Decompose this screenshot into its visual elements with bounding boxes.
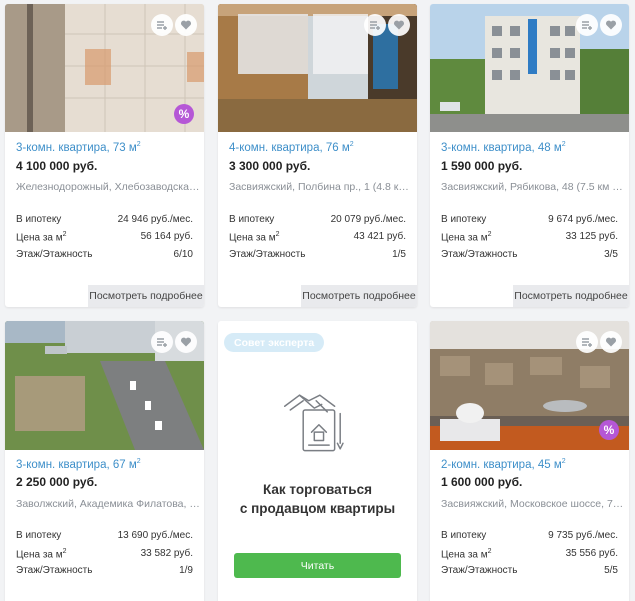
mortgage-label: В ипотеку [16,214,62,225]
floor-label: Этаж/Этажность [16,565,93,576]
mortgage-label: В ипотеку [16,530,62,541]
floor-value: 1/9 [179,565,193,576]
sqm-price-label: Цена за м2 [441,548,492,561]
sqm-price-label: Цена за м2 [441,231,492,244]
percent-icon: % [174,104,194,124]
heart-icon [180,337,192,347]
floor-label: Этаж/Этажность [229,249,306,260]
sqm-price-label: Цена за м2 [16,548,67,561]
heart-icon [605,337,617,347]
sqm-price-value: 43 421 руб. [353,231,406,242]
expert-advice-card[interactable]: Совет эксперта Как торговаться с продавц… [218,321,417,601]
sqm-price-value: 33 125 руб. [565,231,618,242]
listing-card[interactable]: 3-комн. квартира, 48 м2 1 590 000 руб. З… [430,4,629,307]
listing-title[interactable]: 3-комн. квартира, 67 м2 [16,458,141,471]
heart-icon [605,20,617,30]
floor-value: 5/5 [604,565,618,576]
mortgage-label: В ипотеку [229,214,275,225]
compare-button[interactable] [151,14,173,36]
mortgage-value: 9 674 руб./мес. [548,214,618,225]
compare-list-icon [157,21,167,30]
compare-list-icon [157,338,167,347]
floor-label: Этаж/Этажность [16,249,93,260]
mortgage-label: В ипотеку [441,214,487,225]
mortgage-value: 13 690 руб./мес. [117,530,193,541]
floor-value: 1/5 [392,249,406,260]
listing-card[interactable]: % 2-комн. квартира, 45 м2 1 600 000 руб.… [430,321,629,601]
listing-title[interactable]: 3-комн. квартира, 73 м2 [16,141,141,154]
listing-card[interactable]: % 3-комн. квартира, 73 м2 4 100 000 руб.… [5,4,204,307]
listing-card[interactable]: 3-комн. квартира, 67 м2 2 250 000 руб. З… [5,321,204,601]
handshake-document-icon [283,394,344,452]
favorite-button[interactable] [388,14,410,36]
heart-icon [180,20,192,30]
compare-button[interactable] [576,14,598,36]
sqm-price-value: 33 582 руб. [140,548,193,559]
listing-address: Железнодорожный, Хлебозаводская, 10 (... [16,181,201,193]
compare-button[interactable] [151,331,173,353]
heart-icon [393,20,405,30]
listing-address: Заволжский, Академика Филатова, 15 (1... [16,498,201,510]
compare-button[interactable] [576,331,598,353]
floor-value: 6/10 [173,249,193,260]
view-details-button[interactable]: Посмотреть подробнее [88,285,204,307]
mortgage-label: В ипотеку [441,530,487,541]
view-details-button[interactable]: Посмотреть подробнее [301,285,417,307]
percent-icon: % [599,420,619,440]
listing-address: Засвияжский, Рябикова, 48 (7.5 км до це.… [441,181,626,193]
listing-address: Засвияжский, Полбина пр., 1 (4.8 км до ц… [229,181,414,193]
floor-label: Этаж/Этажность [441,565,518,576]
listing-price: 2 250 000 руб. [16,475,98,489]
read-button[interactable]: Читать [234,553,401,578]
listing-price: 3 300 000 руб. [229,159,311,173]
compare-button[interactable] [364,14,386,36]
floor-label: Этаж/Этажность [441,249,518,260]
listing-title[interactable]: 4-комн. квартира, 76 м2 [229,141,354,154]
listing-card[interactable]: 4-комн. квартира, 76 м2 3 300 000 руб. З… [218,4,417,307]
sqm-price-value: 35 556 руб. [565,548,618,559]
listing-price: 1 600 000 руб. [441,475,523,489]
favorite-button[interactable] [175,331,197,353]
expert-badge: Совет эксперта [224,333,325,352]
sqm-price-label: Цена за м2 [16,231,67,244]
expert-title[interactable]: Как торговаться с продавцом квартиры [218,480,417,518]
compare-list-icon [582,21,592,30]
view-details-button[interactable]: Посмотреть подробнее [513,285,629,307]
floor-value: 3/5 [604,249,618,260]
mortgage-value: 9 735 руб./мес. [548,530,618,541]
listing-price: 1 590 000 руб. [441,159,523,173]
listings-grid: % 3-комн. квартира, 73 м2 4 100 000 руб.… [0,0,635,601]
favorite-button[interactable] [600,331,622,353]
listing-price: 4 100 000 руб. [16,159,98,173]
listing-address: Засвияжский, Московское шоссе, 79 (6.8 .… [441,498,626,510]
compare-list-icon [370,21,380,30]
mortgage-value: 24 946 руб./мес. [117,214,193,225]
mortgage-value: 20 079 руб./мес. [330,214,406,225]
listing-title[interactable]: 3-комн. квартира, 48 м2 [441,141,566,154]
favorite-button[interactable] [600,14,622,36]
sqm-price-label: Цена за м2 [229,231,280,244]
listing-title[interactable]: 2-комн. квартира, 45 м2 [441,458,566,471]
compare-list-icon [582,338,592,347]
favorite-button[interactable] [175,14,197,36]
sqm-price-value: 56 164 руб. [140,231,193,242]
